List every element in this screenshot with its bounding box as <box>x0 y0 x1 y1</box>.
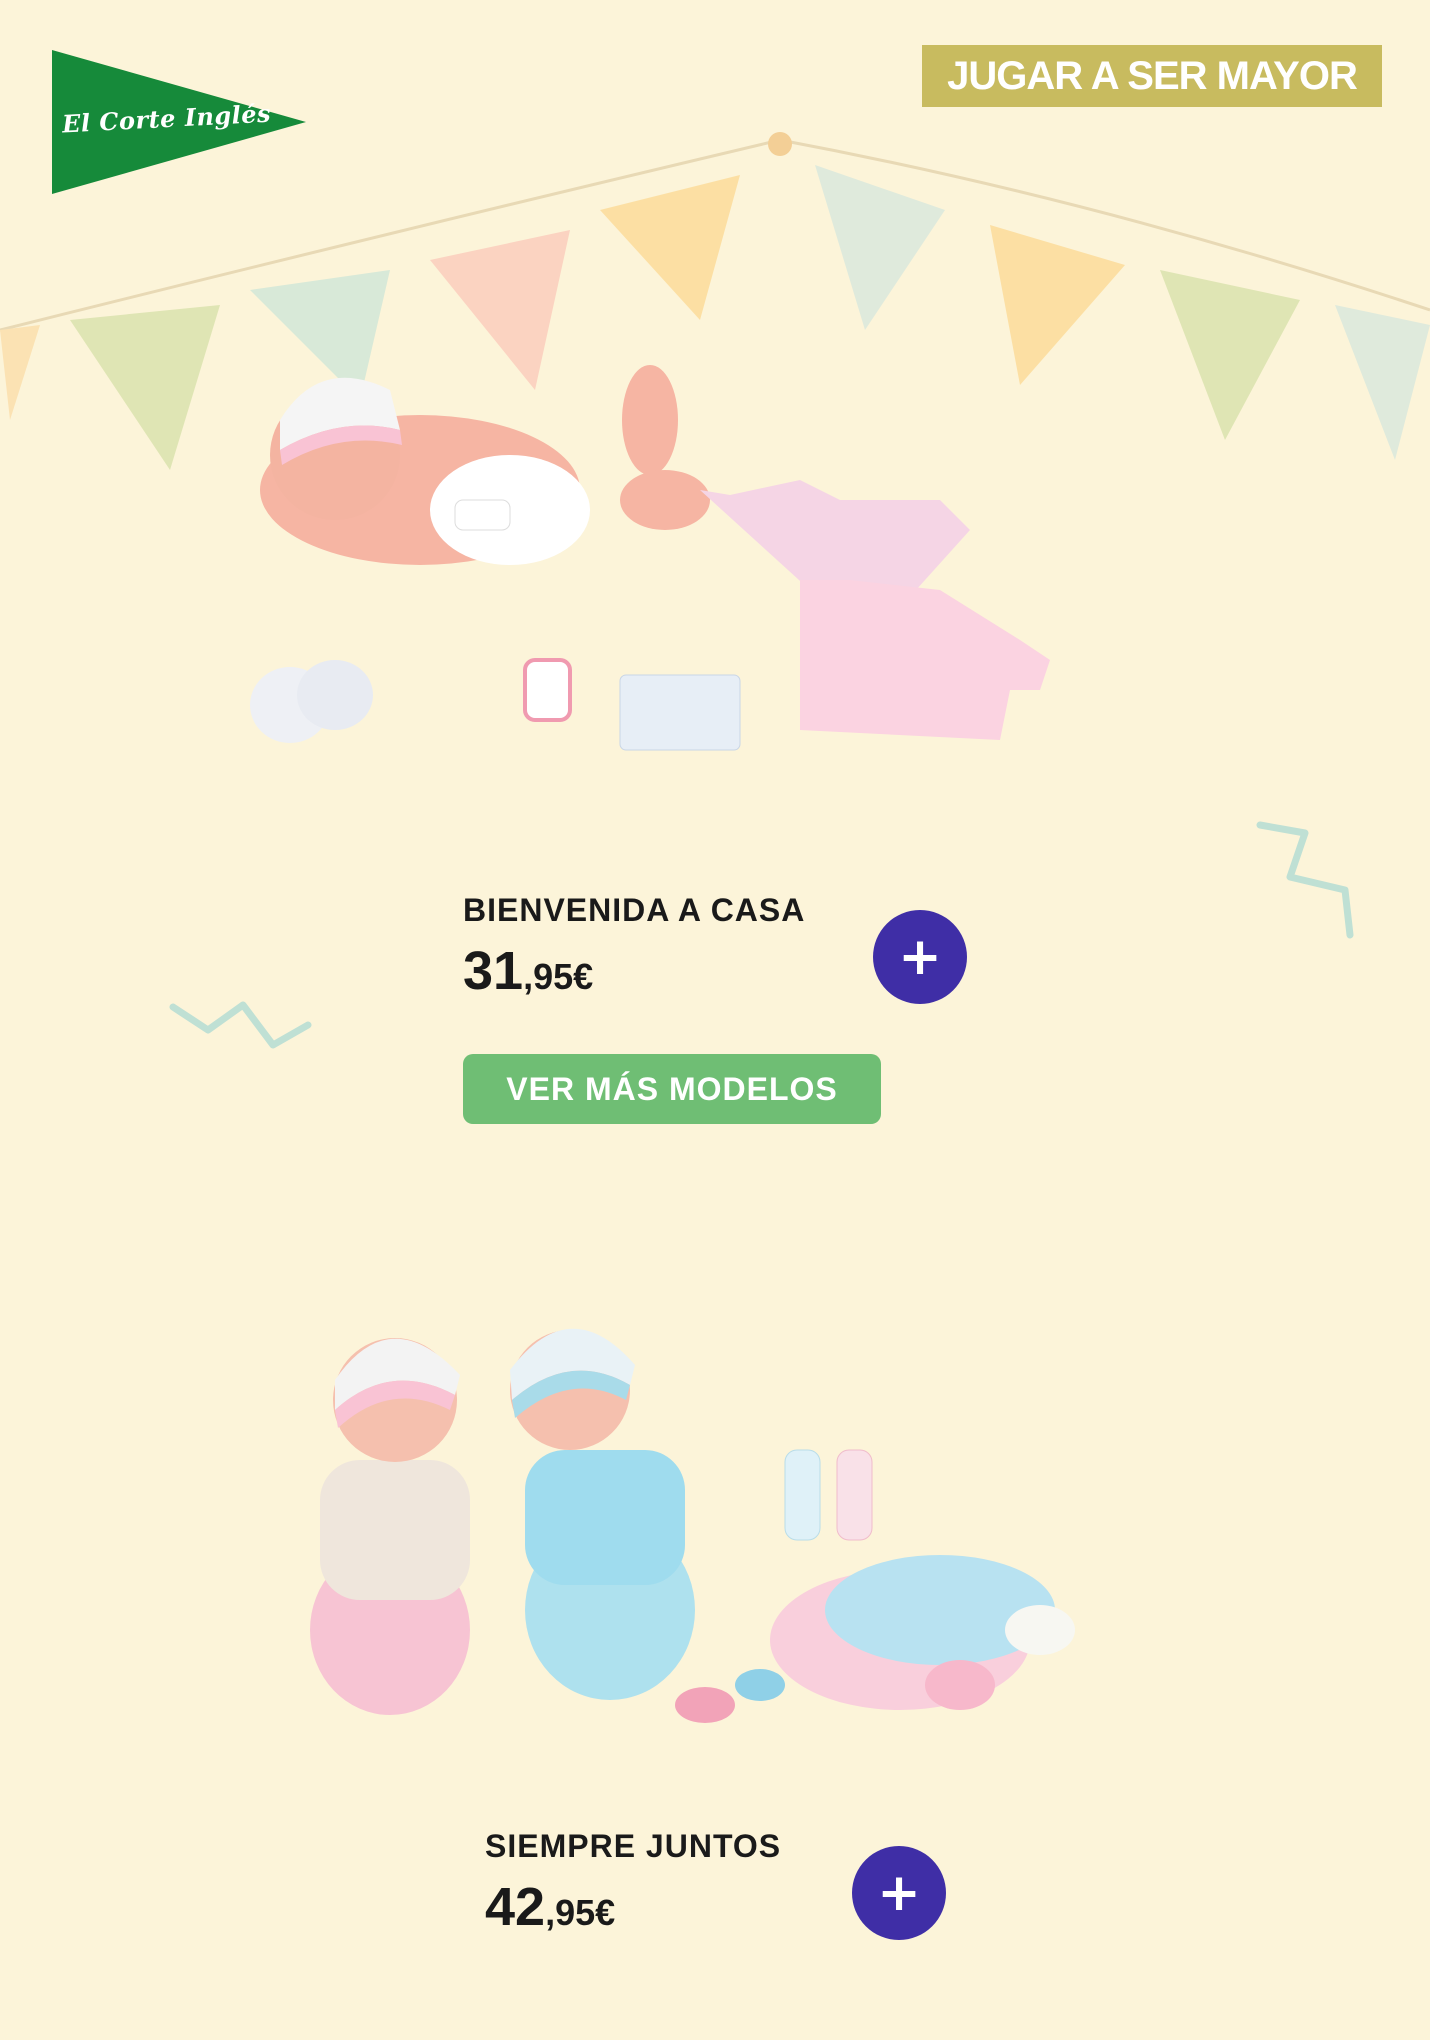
catalog-page: El Corte Inglés JUGAR A SER MAYOR BIENVE… <box>0 0 1430 2040</box>
add-product-button[interactable]: + <box>873 910 967 1004</box>
product-price: 31,95€ <box>463 940 593 1002</box>
price-integer: 31 <box>463 941 524 1001</box>
squiggle-decoration <box>169 1001 312 1049</box>
pennant-flag <box>1160 270 1300 440</box>
pennant-flag <box>815 165 945 330</box>
price-decimals: ,95€ <box>545 1892 616 1933</box>
price-integer: 42 <box>485 1877 546 1937</box>
category-badge: JUGAR A SER MAYOR <box>922 45 1382 107</box>
pennant-flag <box>600 175 740 320</box>
product-name: BIENVENIDA A CASA <box>463 892 806 928</box>
plus-icon: + <box>877 1863 921 1923</box>
plus-icon: + <box>898 927 942 987</box>
pennant-flag <box>1335 305 1430 460</box>
price-decimals: ,95€ <box>523 956 594 997</box>
add-product-button[interactable]: + <box>852 1846 946 1940</box>
product-price: 42,95€ <box>485 1876 615 1938</box>
pennant-flag <box>70 305 220 470</box>
more-models-button[interactable]: VER MÁS MODELOS <box>463 1054 881 1124</box>
twin-dolls-set-image[interactable] <box>240 1300 1100 1730</box>
pennant-flag <box>0 325 40 420</box>
newborn-doll-set-image[interactable] <box>240 360 1100 760</box>
squiggle-decoration <box>1256 821 1354 939</box>
product-name: SIEMPRE JUNTOS <box>485 1828 782 1864</box>
